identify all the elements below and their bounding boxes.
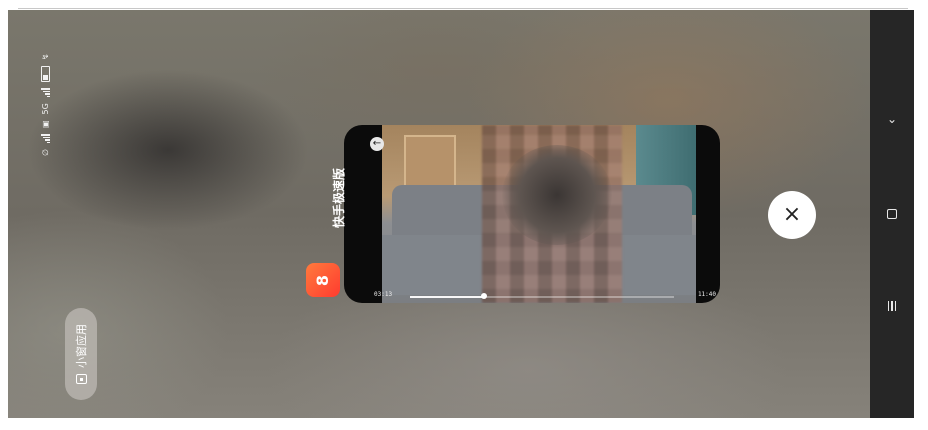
- app-name-label: 快手极速版: [332, 168, 346, 229]
- video-scene-subject: [502, 145, 612, 245]
- app-icon-glyph: 8: [313, 274, 333, 286]
- network-label: 5G: [40, 103, 50, 115]
- home-icon[interactable]: [885, 207, 899, 221]
- total-time: 11:40: [697, 291, 716, 298]
- small-window-apps-button[interactable]: 小窗应用: [65, 308, 97, 400]
- status-bar: ∅ ▣ 5G ↯: [38, 36, 52, 156]
- floating-app-window[interactable]: ← 03:13 11:40: [344, 125, 720, 303]
- mute-icon: ∅: [40, 149, 50, 156]
- battery-icon: [40, 66, 50, 83]
- close-button[interactable]: ×: [768, 191, 816, 239]
- back-button[interactable]: ←: [370, 137, 384, 151]
- charging-icon: ↯: [40, 53, 50, 61]
- top-divider: [18, 8, 908, 9]
- home-square: [887, 209, 897, 219]
- chevron-down-icon[interactable]: ⌄: [885, 112, 899, 126]
- progress-knob[interactable]: [480, 293, 487, 299]
- kuaishou-app-icon[interactable]: 8: [306, 263, 340, 297]
- small-window-apps-content: 小窗应用: [73, 312, 89, 396]
- small-window-apps-label: 小窗应用: [75, 324, 88, 368]
- small-window-icon: [75, 374, 87, 384]
- elapsed-time: 03:13: [374, 291, 393, 298]
- video-scene-shelf: [404, 135, 456, 191]
- signal-5g-icon: [40, 88, 50, 98]
- screen: ∅ ▣ 5G ↯ ← 03:13 11:40 快手极速版 8 × 小窗应用 ⌄: [8, 10, 914, 418]
- signal-icon: [40, 134, 50, 144]
- video-player[interactable]: [382, 125, 696, 303]
- progress-fill: [410, 296, 484, 298]
- wifi-icon: ▣: [40, 120, 50, 129]
- recents-bars: [887, 301, 897, 311]
- video-progress-bar[interactable]: [392, 293, 692, 299]
- navigation-bar: ⌄: [870, 10, 914, 418]
- recents-icon[interactable]: [885, 299, 899, 313]
